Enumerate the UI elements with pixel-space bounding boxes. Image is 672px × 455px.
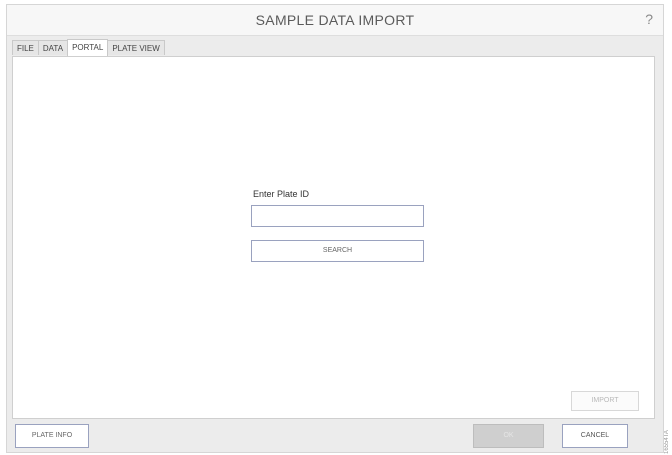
tab-bar: FILE DATA PORTAL PLATE VIEW xyxy=(12,39,165,56)
sample-data-import-dialog: SAMPLE DATA IMPORT ? FILE DATA PORTAL PL… xyxy=(6,4,664,453)
tab-file[interactable]: FILE xyxy=(12,40,39,55)
cancel-button[interactable]: CANCEL xyxy=(562,424,628,448)
search-button[interactable]: SEARCH xyxy=(251,240,424,262)
tab-plate-view[interactable]: PLATE VIEW xyxy=(107,40,165,55)
figure-id-label: 16554TA xyxy=(664,430,670,454)
help-button[interactable]: ? xyxy=(645,11,653,27)
title-bar: SAMPLE DATA IMPORT ? xyxy=(7,5,663,36)
ok-button[interactable]: OK xyxy=(473,424,544,448)
dialog-title: SAMPLE DATA IMPORT xyxy=(255,12,415,28)
tab-portal[interactable]: PORTAL xyxy=(67,39,109,56)
plate-info-button[interactable]: PLATE INFO xyxy=(15,424,89,448)
tab-data[interactable]: DATA xyxy=(37,40,69,55)
import-button[interactable]: IMPORT xyxy=(571,391,639,411)
plate-id-label: Enter Plate ID xyxy=(253,189,310,199)
portal-panel: Enter Plate ID SEARCH IMPORT xyxy=(12,56,655,419)
plate-id-input[interactable] xyxy=(251,205,424,227)
